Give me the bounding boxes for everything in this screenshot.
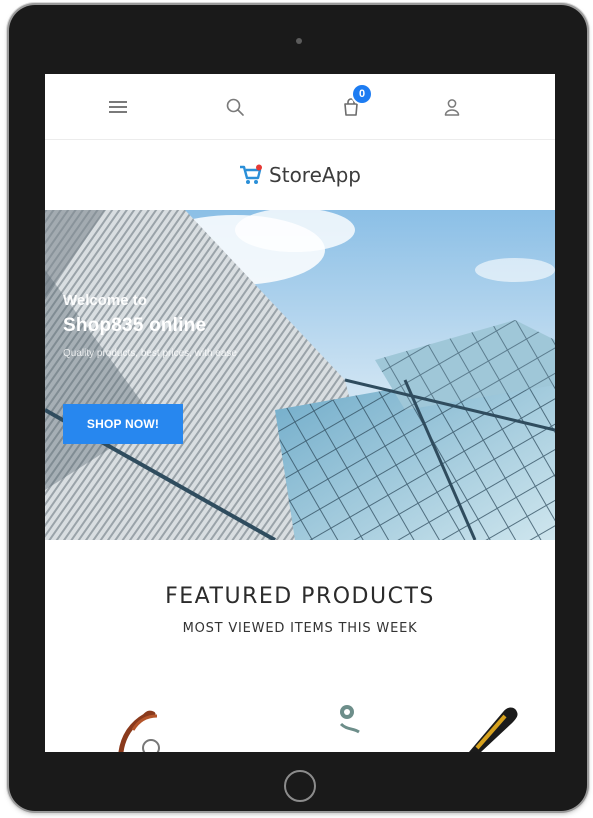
hamburger-menu-icon — [109, 101, 127, 113]
menu-button[interactable] — [103, 92, 133, 122]
hero-architecture-image — [45, 210, 555, 540]
hero-welcome-text: Welcome to — [63, 292, 147, 309]
product-strip — [45, 702, 555, 752]
home-button[interactable] — [284, 770, 316, 802]
top-nav-bar: 0 — [45, 74, 555, 140]
search-icon — [226, 98, 244, 116]
account-button[interactable] — [437, 92, 467, 122]
hero-banner: Welcome to Shop835 online Quality produc… — [45, 210, 555, 540]
brand-header: StoreApp — [45, 140, 555, 210]
app-screen: 0 StoreApp Welcome to Shop835 online Qua… — [45, 74, 555, 752]
camera-dot — [296, 38, 302, 44]
shopping-cart-logo — [240, 164, 263, 184]
featured-subtitle: MOST VIEWED ITEMS THIS WEEK — [182, 621, 418, 636]
cart-count-badge: 0 — [353, 85, 371, 103]
product-thumbnail[interactable] — [335, 702, 365, 752]
search-button[interactable] — [220, 92, 250, 122]
user-icon — [444, 99, 460, 116]
tablet-frame: 0 StoreApp Welcome to Shop835 online Qua… — [9, 5, 587, 811]
hero-headline: Shop835 online — [63, 315, 207, 336]
hero-text-block: Welcome to Shop835 online Quality produc… — [63, 292, 283, 361]
cart-button[interactable]: 0 — [336, 85, 371, 122]
featured-title: FEATURED PRODUCTS — [165, 584, 435, 609]
brand-name: StoreApp — [269, 163, 361, 187]
product-thumbnail[interactable] — [465, 702, 525, 752]
product-thumbnail[interactable] — [113, 702, 173, 752]
hero-tagline: Quality products, best prices, with ease — [63, 348, 237, 359]
shop-now-button[interactable]: SHOP NOW! — [63, 404, 183, 444]
featured-section: FEATURED PRODUCTS MOST VIEWED ITEMS THIS… — [45, 584, 555, 636]
